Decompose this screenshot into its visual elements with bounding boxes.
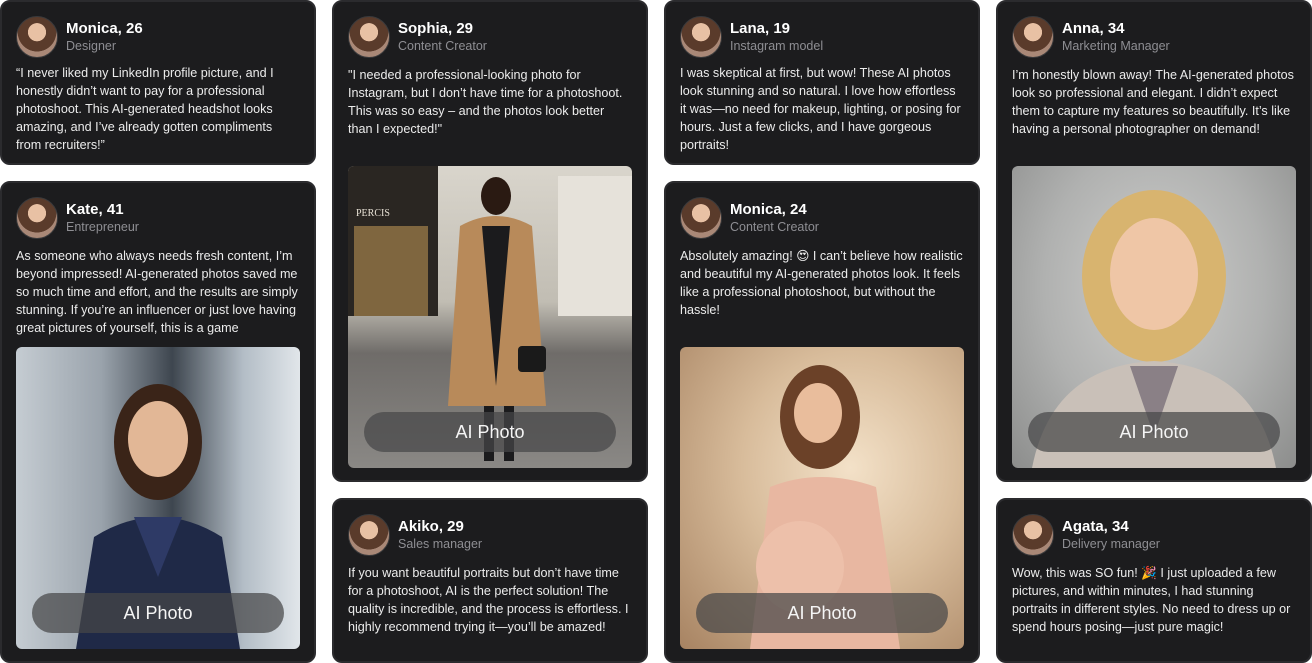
avatar: [348, 514, 390, 556]
reviewer-role: Content Creator: [398, 39, 487, 53]
reviewer-name: Sophia, 29: [398, 20, 474, 37]
testimonial-card: Monica, 26 Designer “I never liked my Li…: [0, 0, 316, 165]
avatar: [16, 197, 58, 239]
reviewer-role: Sales manager: [398, 537, 483, 551]
reviewer-role: Entrepreneur: [66, 220, 139, 234]
reviewer-name: Monica, 24: [730, 201, 807, 218]
ai-photo: AI Photo: [1012, 166, 1296, 468]
reviewer-name: Akiko, 29: [398, 518, 464, 535]
card-header: Anna, 34 Marketing Manager: [1012, 16, 1170, 58]
reviewer-role: Designer: [66, 39, 117, 53]
card-header: Kate, 41 Entrepreneur: [16, 197, 139, 239]
ai-photo-label: AI Photo: [32, 593, 284, 633]
reviewer-role: Marketing Manager: [1062, 39, 1170, 53]
testimonial-card: Monica, 24 Content Creator Absolutely am…: [664, 181, 980, 663]
avatar: [16, 16, 58, 58]
card-header: Monica, 24 Content Creator: [680, 197, 819, 239]
ai-photo-label: AI Photo: [1028, 412, 1280, 452]
reviewer-role: Instagram model: [730, 39, 824, 53]
testimonial-card: Sophia, 29 Content Creator "I needed a p…: [332, 0, 648, 482]
avatar: [1012, 16, 1054, 58]
testimonial-text: Wow, this was SO fun! 🎉 I just uploaded …: [1012, 566, 1291, 634]
reviewer-name: Anna, 34: [1062, 20, 1125, 37]
testimonial-text: “I never liked my LinkedIn profile pictu…: [16, 66, 274, 152]
storefront-sign: PERCIS: [356, 208, 390, 219]
reviewer-name: Kate, 41: [66, 201, 124, 218]
card-header: Akiko, 29 Sales manager: [348, 514, 482, 556]
avatar: [348, 16, 390, 58]
card-header: Agata, 34 Delivery manager: [1012, 514, 1160, 556]
avatar: [680, 16, 722, 58]
reviewer-role: Content Creator: [730, 220, 819, 234]
testimonial-card: Kate, 41 Entrepreneur As someone who alw…: [0, 181, 316, 663]
testimonial-text: "I needed a professional-looking photo f…: [348, 68, 623, 136]
testimonial-card: Anna, 34 Marketing Manager I’m honestly …: [996, 0, 1312, 482]
ai-photo: PERCIS AI Photo: [348, 166, 632, 468]
card-header: Sophia, 29 Content Creator: [348, 16, 487, 58]
card-header: Monica, 26 Designer: [16, 16, 143, 58]
testimonial-text: I’m honestly blown away! The AI-generate…: [1012, 68, 1294, 136]
ai-photo-label: AI Photo: [696, 593, 948, 633]
ai-photo-label: AI Photo: [364, 412, 616, 452]
avatar: [1012, 514, 1054, 556]
card-header: Lana, 19 Instagram model: [680, 16, 823, 58]
testimonial-card: Akiko, 29 Sales manager If you want beau…: [332, 498, 648, 663]
testimonial-card: Lana, 19 Instagram model I was skeptical…: [664, 0, 980, 165]
testimonial-text: Absolutely amazing! 😍 I can’t believe ho…: [680, 249, 963, 317]
testimonial-text: If you want beautiful portraits but don’…: [348, 566, 629, 634]
reviewer-name: Agata, 34: [1062, 518, 1129, 535]
ai-photo: AI Photo: [16, 347, 300, 649]
reviewer-role: Delivery manager: [1062, 537, 1160, 551]
testimonial-text: I was skeptical at first, but wow! These…: [680, 66, 961, 152]
reviewer-name: Lana, 19: [730, 20, 791, 37]
avatar: [680, 197, 722, 239]
ai-photo: AI Photo: [680, 347, 964, 649]
reviewer-name: Monica, 26: [66, 20, 143, 37]
testimonial-text: As someone who always needs fresh conten…: [16, 249, 298, 335]
testimonial-card: Agata, 34 Delivery manager Wow, this was…: [996, 498, 1312, 663]
